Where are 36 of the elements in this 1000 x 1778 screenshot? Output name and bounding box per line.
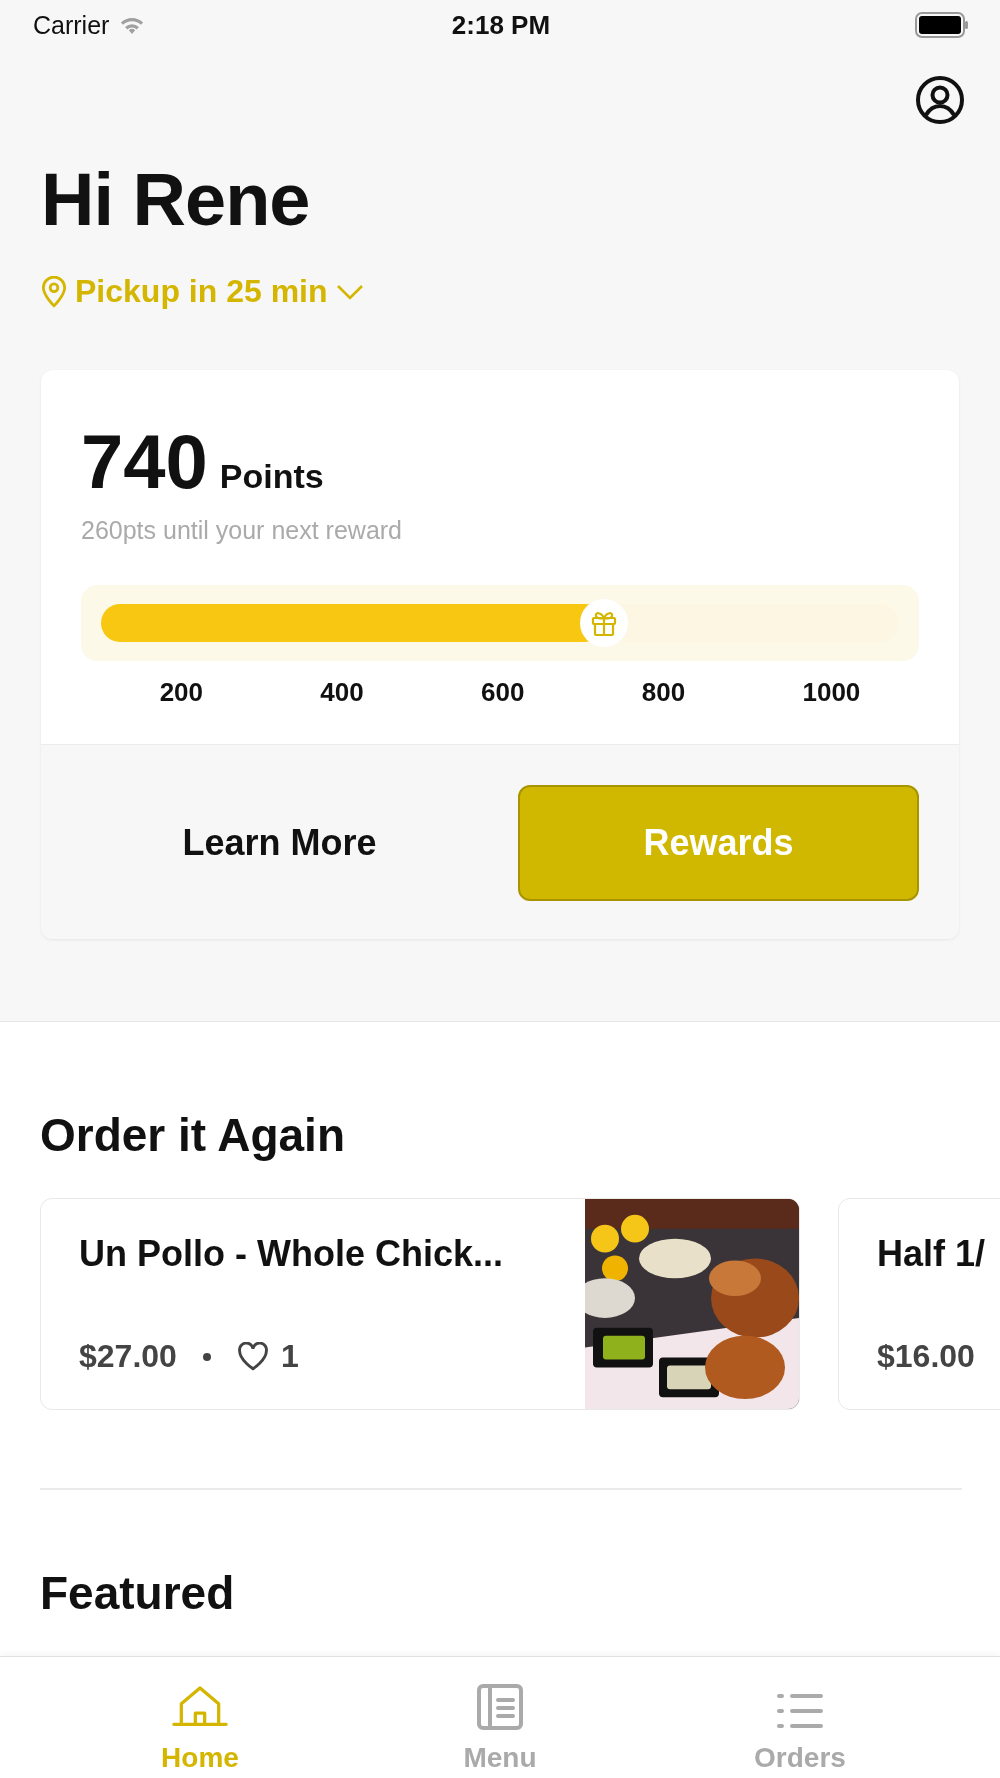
points-label: Points — [219, 457, 324, 496]
tab[interactable]: Orders — [720, 1657, 880, 1778]
item-price: $16.00 — [877, 1338, 975, 1375]
section-heading: Order it Again — [40, 1108, 346, 1162]
pickup-selector[interactable]: Pickup in 25 min — [41, 273, 364, 310]
menu-book-icon — [477, 1684, 523, 1730]
tab[interactable]: Menu — [420, 1657, 580, 1778]
item-name: Half 1/ — [877, 1233, 987, 1275]
tick-label: 400 — [320, 677, 364, 708]
points-value: 740 — [81, 424, 208, 500]
tab[interactable]: Home — [120, 1657, 280, 1778]
wifi-icon — [119, 15, 146, 35]
gift-icon — [578, 598, 629, 648]
list-icon — [777, 1692, 823, 1730]
greeting-heading: Hi Rene — [41, 163, 311, 237]
tick-label: 200 — [159, 677, 204, 708]
battery-icon — [915, 12, 969, 38]
location-pin-icon — [41, 275, 67, 308]
rewards-button[interactable]: Rewards — [518, 785, 919, 901]
separator-dot-icon — [202, 1352, 211, 1361]
order-card[interactable]: Half 1/ $16.00 — [838, 1198, 1000, 1410]
like-count: 1 — [280, 1338, 299, 1375]
reward-progress-text: 260pts until your next reward — [81, 516, 403, 545]
order-card[interactable]: Un Pollo - Whole Chick... $27.00 1 — [40, 1198, 800, 1410]
tick-label: 800 — [641, 677, 686, 708]
item-price: $27.00 — [79, 1338, 177, 1375]
section-heading: Featured — [40, 1566, 236, 1620]
learn-more-button[interactable]: Learn More — [81, 785, 478, 901]
profile-icon[interactable] — [915, 75, 965, 125]
item-name: Un Pollo - Whole Chick... — [79, 1233, 504, 1275]
carrier-label: Carrier — [33, 10, 110, 40]
tick-label: 1000 — [802, 677, 861, 708]
chevron-down-icon — [335, 283, 364, 300]
heart-icon — [236, 1342, 269, 1371]
clock-time: 2:18 PM — [451, 9, 551, 41]
tick-label: 600 — [481, 677, 525, 708]
